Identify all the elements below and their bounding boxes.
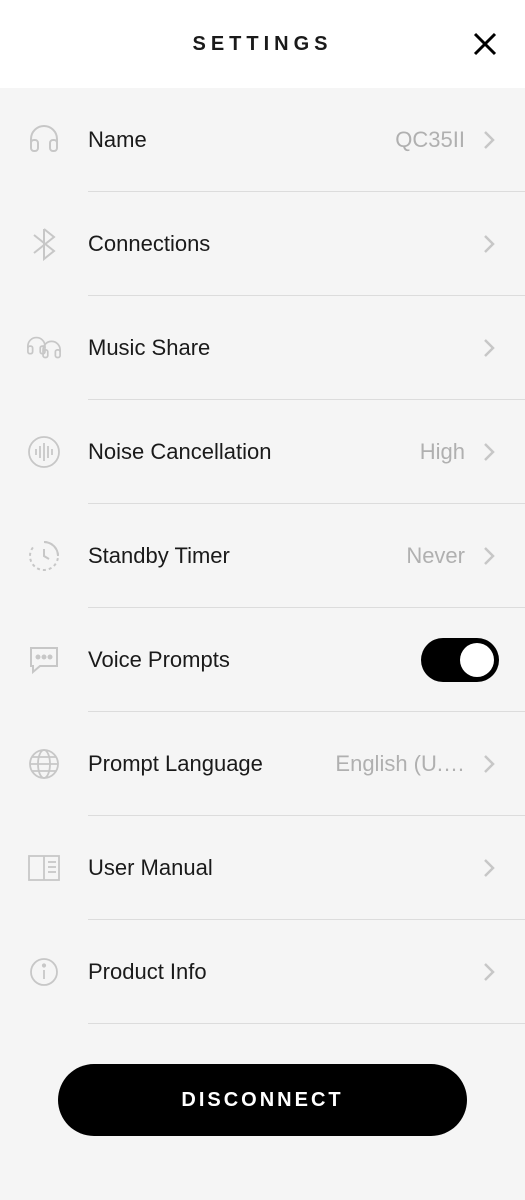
row-label: Standby Timer: [88, 543, 230, 569]
divider: [88, 1023, 525, 1024]
row-label: Connections: [88, 231, 210, 257]
chevron-right-icon: [479, 962, 499, 982]
globe-icon: [26, 746, 62, 782]
chevron-right-icon: [479, 130, 499, 150]
music-share-icon: [26, 330, 62, 366]
voice-prompts-toggle[interactable]: [421, 638, 499, 682]
chevron-right-icon: [479, 858, 499, 878]
page-title: SETTINGS: [192, 33, 332, 56]
toggle-knob: [460, 643, 494, 677]
info-icon: [26, 954, 62, 990]
row-label: Name: [88, 127, 147, 153]
bluetooth-icon: [26, 226, 62, 262]
row-prompt-language[interactable]: Prompt Language English (U.…: [0, 712, 525, 816]
row-standby-timer[interactable]: Standby Timer Never: [0, 504, 525, 608]
row-label: Voice Prompts: [88, 647, 230, 673]
timer-icon: [26, 538, 62, 574]
row-value: QC35II: [395, 127, 465, 153]
row-value: Never: [406, 543, 465, 569]
row-label: User Manual: [88, 855, 213, 881]
disconnect-button[interactable]: DISCONNECT: [58, 1064, 467, 1136]
chevron-right-icon: [479, 234, 499, 254]
row-noise-cancellation[interactable]: Noise Cancellation High: [0, 400, 525, 504]
row-value: English (U.…: [335, 751, 465, 777]
noise-cancel-icon: [26, 434, 62, 470]
row-product-info[interactable]: Product Info: [0, 920, 525, 1024]
chat-icon: [26, 642, 62, 678]
chevron-right-icon: [479, 546, 499, 566]
headphones-icon: [26, 122, 62, 158]
settings-list: Name QC35II Connections Music Share: [0, 88, 525, 1024]
row-name[interactable]: Name QC35II: [0, 88, 525, 192]
row-label: Product Info: [88, 959, 207, 985]
row-voice-prompts: Voice Prompts: [0, 608, 525, 712]
header: SETTINGS: [0, 0, 525, 88]
chevron-right-icon: [479, 338, 499, 358]
row-connections[interactable]: Connections: [0, 192, 525, 296]
row-music-share[interactable]: Music Share: [0, 296, 525, 400]
close-icon: [472, 31, 498, 57]
row-label: Music Share: [88, 335, 210, 361]
book-icon: [26, 850, 62, 886]
row-label: Noise Cancellation: [88, 439, 271, 465]
row-user-manual[interactable]: User Manual: [0, 816, 525, 920]
chevron-right-icon: [479, 754, 499, 774]
row-label: Prompt Language: [88, 751, 263, 777]
footer: DISCONNECT: [0, 1024, 525, 1176]
row-value: High: [420, 439, 465, 465]
chevron-right-icon: [479, 442, 499, 462]
close-button[interactable]: [469, 28, 501, 60]
